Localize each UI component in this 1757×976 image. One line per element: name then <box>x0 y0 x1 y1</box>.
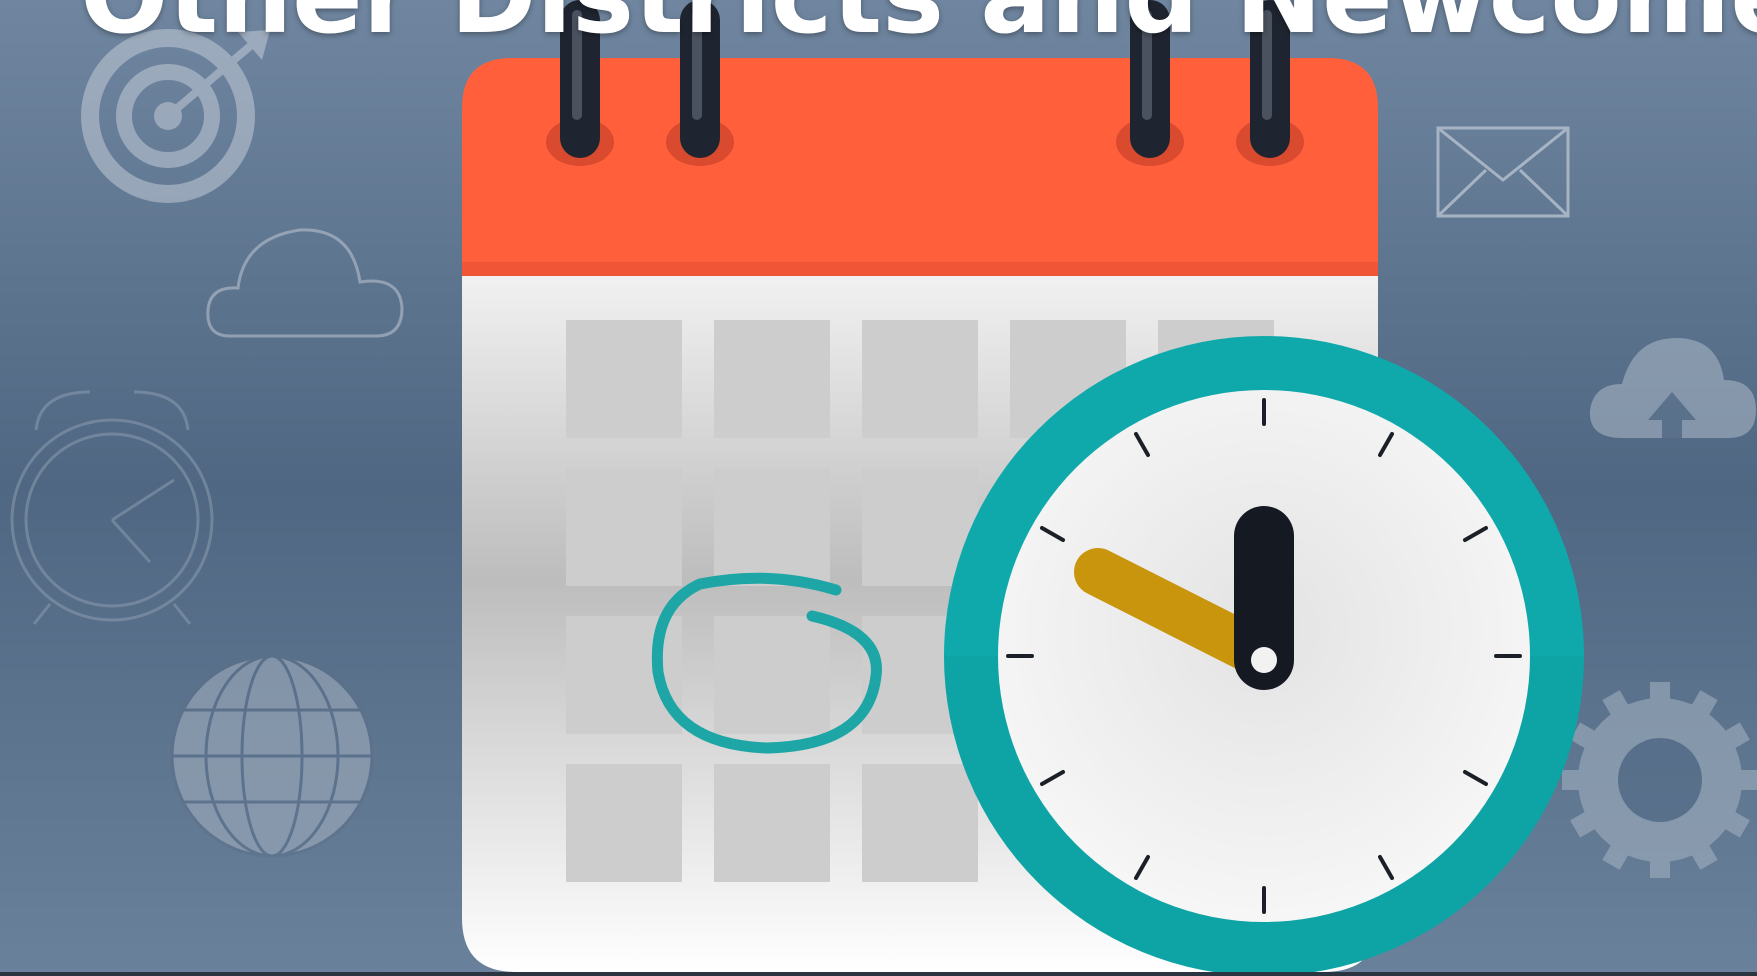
clock-pin <box>1251 647 1277 673</box>
clock-icon <box>944 336 1584 976</box>
bottom-strip <box>0 972 1757 976</box>
slide-title: Other Districts and Newcomers <box>80 0 1757 48</box>
globe-icon <box>170 654 374 858</box>
slide: Other Districts and Newcomers <box>0 0 1757 976</box>
slide-illustration <box>0 0 1757 976</box>
